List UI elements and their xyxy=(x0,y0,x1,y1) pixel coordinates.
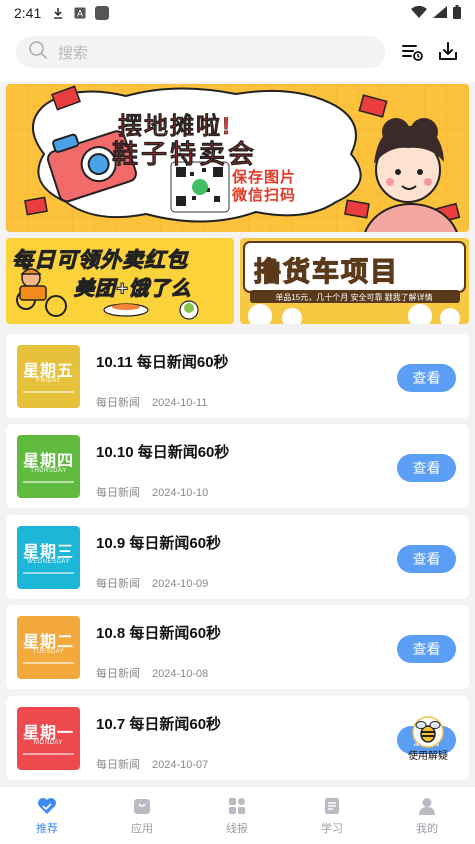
tab-me[interactable]: 我的 xyxy=(397,795,457,836)
view-button[interactable]: 查看 xyxy=(397,635,456,663)
news-thumbnail: 星期四 THURSDAY xyxy=(17,435,80,498)
news-title: 10.9 每日新闻60秒 xyxy=(96,535,222,552)
news-source: 每日新闻 xyxy=(96,668,140,680)
news-thumbnail: 星期五 FRIDAY xyxy=(17,345,80,408)
promo-takeout-line-2: 美团+饿了么 xyxy=(74,278,192,301)
thumbnail-divider xyxy=(23,391,74,393)
thumbnail-divider xyxy=(23,662,74,664)
news-title: 10.11 每日新闻60秒 xyxy=(96,354,229,371)
signal-icon xyxy=(433,5,447,21)
news-thumbnail: 星期三 WEDNESDAY xyxy=(17,526,80,589)
news-meta: 每日新闻 2024-10-09 xyxy=(96,575,208,591)
promo-takeout[interactable]: 每日可领外卖红包 美团+饿了么 xyxy=(6,238,234,324)
news-card[interactable]: 星期二 TUESDAY 10.8 每日新闻60秒 每日新闻 2024-10-08 … xyxy=(6,605,469,689)
news-date: 2024-10-07 xyxy=(152,759,209,771)
svg-text:A: A xyxy=(77,9,83,19)
news-meta: 每日新闻 2024-10-07 xyxy=(96,756,208,772)
thumbnail-weekday-en: WEDNESDAY xyxy=(27,559,70,565)
news-card[interactable]: 星期三 WEDNESDAY 10.9 每日新闻60秒 每日新闻 2024-10-0… xyxy=(6,515,469,599)
view-button[interactable]: 查看 xyxy=(397,454,456,482)
news-date: 2024-10-10 xyxy=(152,487,209,499)
banner-caption-2: 微信扫码 xyxy=(232,187,297,204)
search-placeholder: 搜索 xyxy=(58,44,89,62)
tab-label: 学习 xyxy=(321,823,343,835)
news-thumbnail: 星期一 MONDAY xyxy=(17,707,80,770)
tab-learn[interactable]: 学习 xyxy=(302,795,362,836)
promo-takeout-line-1: 每日可领外卖红包 xyxy=(12,249,188,273)
app-icon xyxy=(112,795,172,817)
news-card[interactable]: 星期五 FRIDAY 10.11 每日新闻60秒 每日新闻 2024-10-11 … xyxy=(6,334,469,418)
thumbnail-weekday-en: THURSDAY xyxy=(30,468,67,474)
news-thumbnail: 星期二 TUESDAY xyxy=(17,616,80,679)
news-meta: 每日新闻 2024-10-11 xyxy=(96,394,207,410)
battery-icon xyxy=(453,4,461,22)
bee-icon xyxy=(412,716,444,748)
promo-cart-subtitle: 单品15元，几十个月 安全可靠 戳我了解详情 xyxy=(275,293,433,302)
news-source: 每日新闻 xyxy=(96,578,140,590)
download-button[interactable] xyxy=(434,38,462,66)
list-clock-icon xyxy=(402,45,423,61)
history-button[interactable] xyxy=(398,38,426,66)
news-title: 10.8 每日新闻60秒 xyxy=(96,625,222,642)
help-label: 使用解疑 xyxy=(408,751,448,762)
thumbnail-divider xyxy=(23,481,74,483)
tab-apps[interactable]: 应用 xyxy=(112,795,172,836)
status-time: 2:41 xyxy=(14,5,42,21)
news-card[interactable]: 星期四 THURSDAY 10.10 每日新闻60秒 每日新闻 2024-10-1… xyxy=(6,424,469,508)
thumbnail-divider xyxy=(23,753,74,755)
news-title: 10.7 每日新闻60秒 xyxy=(96,716,222,733)
font-status-icon: A xyxy=(73,6,87,20)
search-icon xyxy=(28,40,48,65)
news-source: 每日新闻 xyxy=(96,397,140,409)
bottom-tab-bar: 推荐 应用 线报 学习 我的 xyxy=(0,786,475,844)
tab-deals[interactable]: 线报 xyxy=(207,795,267,836)
news-date: 2024-10-08 xyxy=(152,668,209,680)
view-button[interactable]: 查看 xyxy=(397,545,456,573)
thumbnail-divider xyxy=(23,572,74,574)
thumbnail-weekday-en: FRIDAY xyxy=(36,378,61,384)
status-bar: 2:41 A xyxy=(0,0,475,26)
download-icon xyxy=(439,42,457,60)
top-bar: 搜索 xyxy=(0,26,475,82)
tab-recommend[interactable]: 推荐 xyxy=(17,795,77,836)
book-icon xyxy=(302,795,362,817)
news-meta: 每日新闻 2024-10-10 xyxy=(96,484,208,500)
main-banner[interactable]: 摆地摊啦! 鞋子特卖会 保存图片 微信扫码 xyxy=(6,84,469,232)
tab-label: 应用 xyxy=(131,823,153,835)
news-source: 每日新闻 xyxy=(96,487,140,499)
news-title: 10.10 每日新闻60秒 xyxy=(96,444,230,461)
news-date: 2024-10-09 xyxy=(152,578,209,590)
promo-cart-title: 撸货车项目 xyxy=(253,256,399,287)
tab-label: 推荐 xyxy=(36,823,58,835)
tab-label: 线报 xyxy=(226,823,248,835)
news-source: 每日新闻 xyxy=(96,759,140,771)
search-bar[interactable]: 搜索 xyxy=(16,36,385,68)
grid-icon xyxy=(207,795,267,817)
heart-icon xyxy=(17,795,77,817)
app-status-icon xyxy=(95,6,110,20)
news-meta: 每日新闻 2024-10-08 xyxy=(96,665,208,681)
promo-cart-project[interactable]: 撸货车项目 单品15元，几十个月 安全可靠 戳我了解详情 xyxy=(240,238,469,324)
tab-label: 我的 xyxy=(416,823,438,835)
view-button[interactable]: 查看 xyxy=(397,364,456,392)
help-float-button[interactable]: 使用解疑 xyxy=(400,716,456,762)
wifi-icon xyxy=(411,5,427,21)
thumbnail-weekday-en: MONDAY xyxy=(34,740,63,746)
news-date: 2024-10-11 xyxy=(152,397,208,409)
user-icon xyxy=(397,795,457,817)
thumbnail-weekday-en: TUESDAY xyxy=(32,649,65,655)
download-status-icon xyxy=(51,6,65,20)
